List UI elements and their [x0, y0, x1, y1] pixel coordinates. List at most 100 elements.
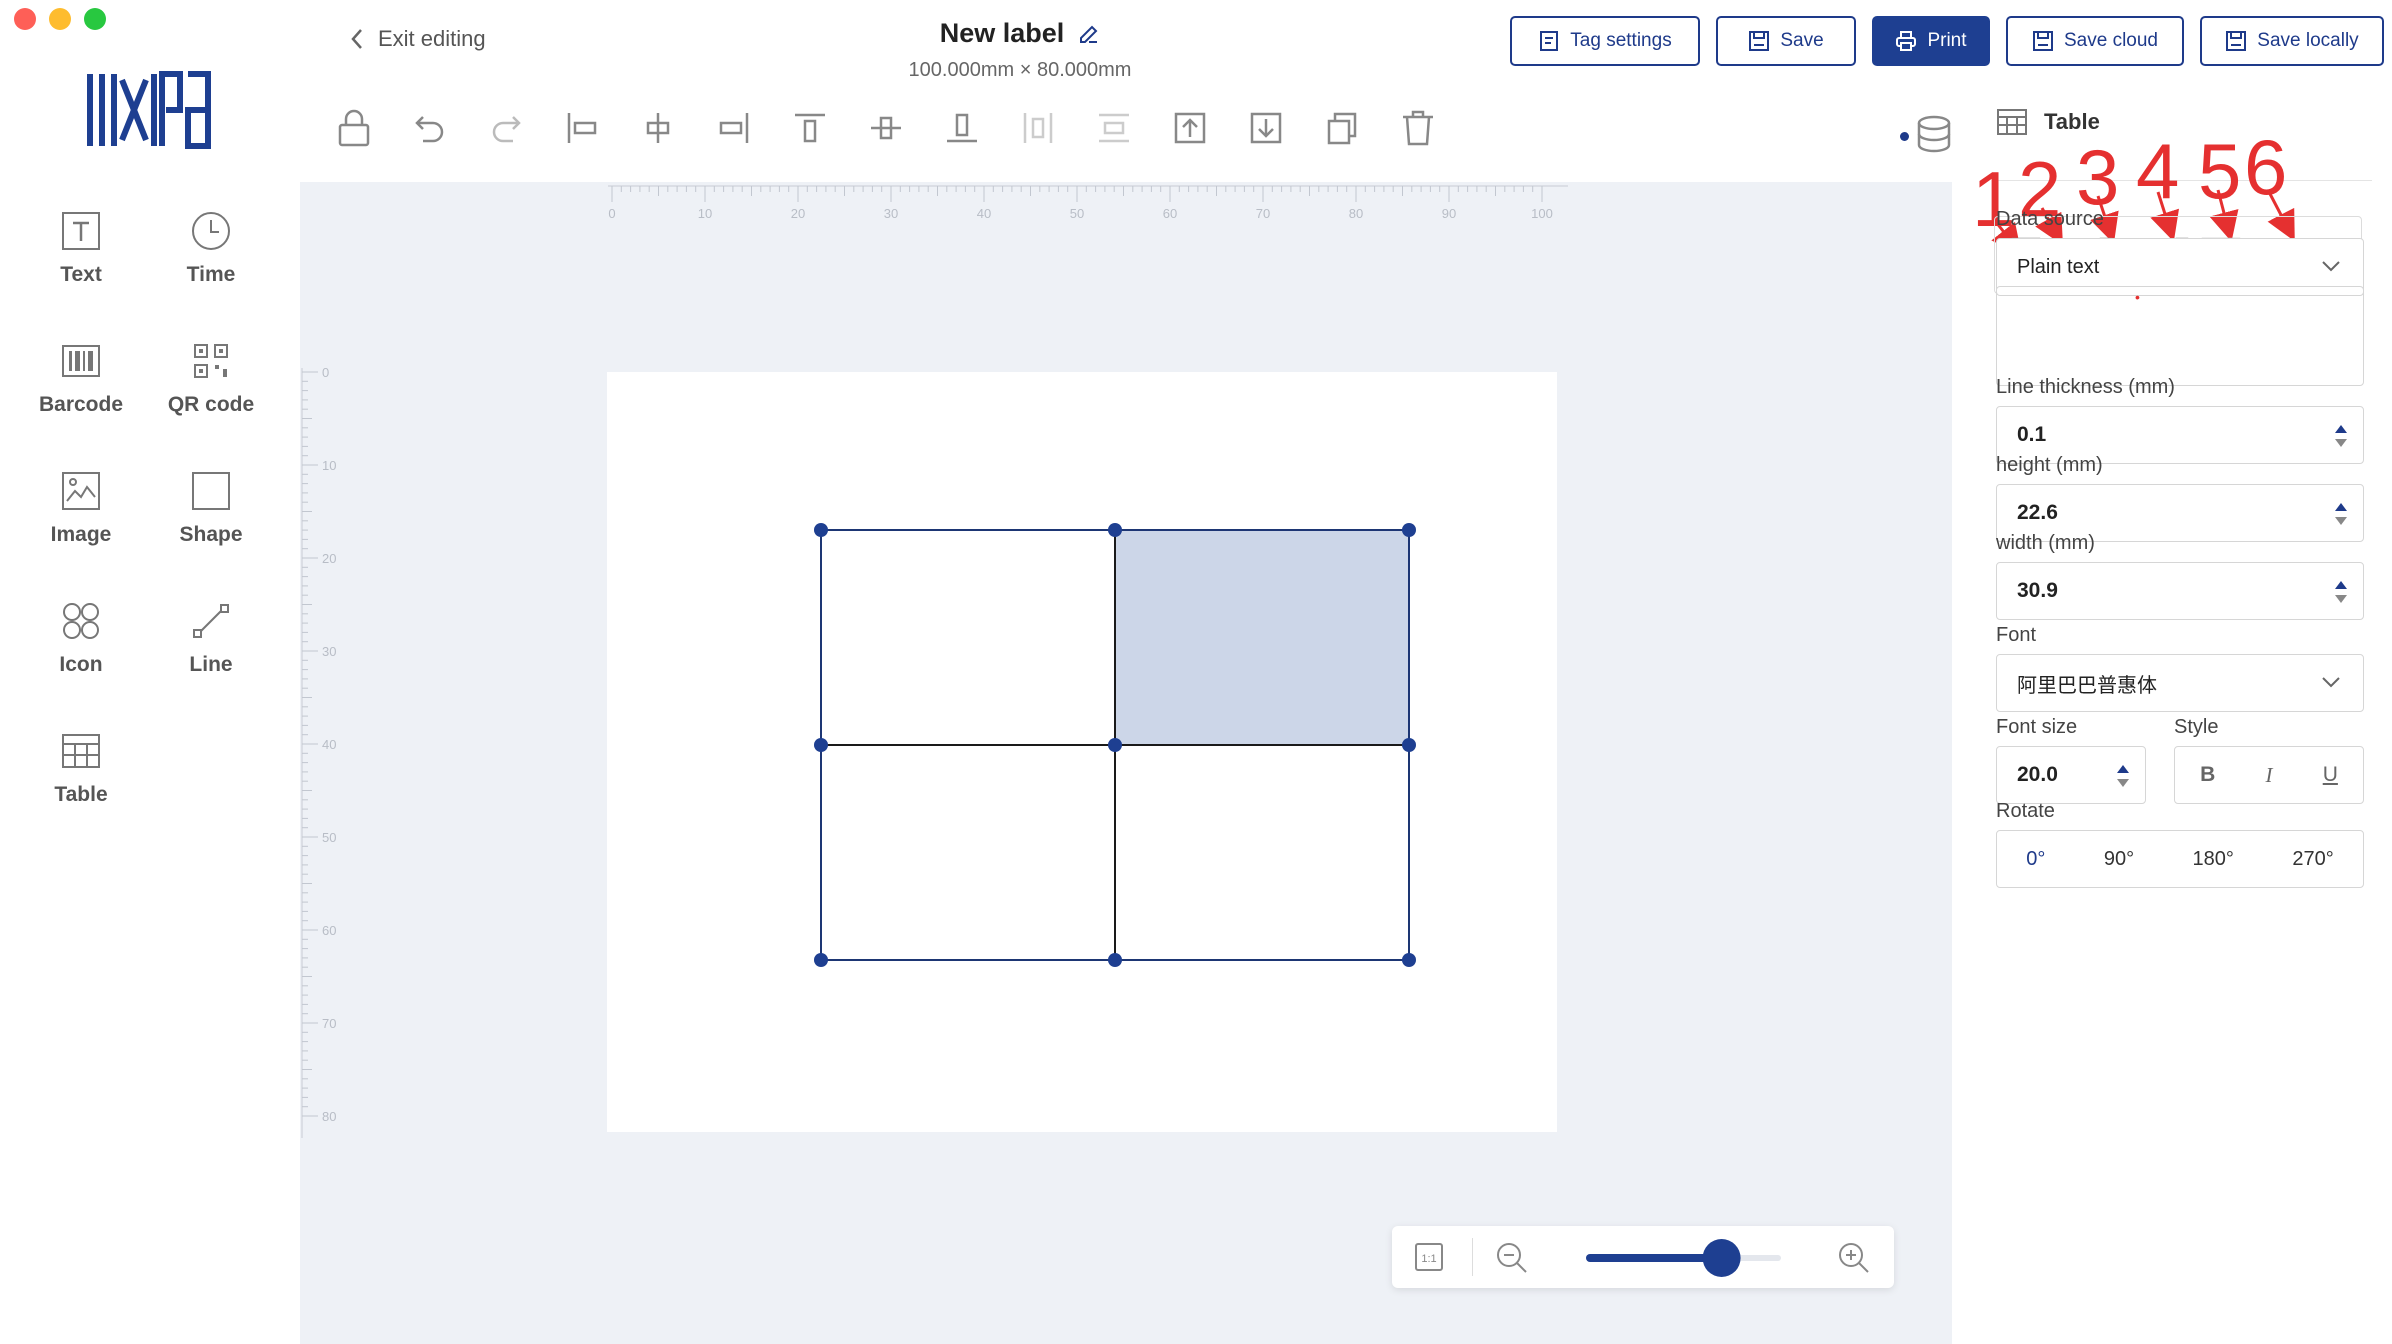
status-dot	[1900, 132, 1909, 141]
close-window-button[interactable]	[14, 8, 36, 30]
resize-handle[interactable]	[814, 953, 828, 967]
spinner-icon[interactable]	[2333, 501, 2349, 527]
delete-icon	[1403, 110, 1433, 146]
lock-button[interactable]	[330, 104, 378, 152]
palette-table[interactable]: Table	[26, 725, 136, 845]
font-size-input[interactable]: 20.0	[1996, 746, 2146, 804]
save-cloud-button[interactable]: Save cloud	[2006, 16, 2184, 66]
width-value: 30.9	[2017, 579, 2058, 602]
align-center-h-button[interactable]	[634, 104, 682, 152]
database-icon[interactable]	[1914, 114, 1954, 154]
edit-icon[interactable]	[1078, 23, 1100, 45]
table-icon	[62, 734, 100, 768]
align-top-button[interactable]	[786, 104, 834, 152]
align-right-button[interactable]	[710, 104, 758, 152]
resize-handle[interactable]	[1402, 953, 1416, 967]
zoom-window-button[interactable]	[84, 8, 106, 30]
ruler-tick-label: 30	[884, 206, 898, 221]
data-source-value: Plain text	[2017, 255, 2100, 278]
palette-line-label: Line	[189, 653, 233, 676]
zoom-bar: 1:1	[1392, 1226, 1894, 1288]
zoom-in-icon[interactable]	[1838, 1242, 1870, 1274]
resize-handle[interactable]	[814, 523, 828, 537]
font-select[interactable]: 阿里巴巴普惠体	[1996, 654, 2364, 712]
ruler-tick-label: 100	[1531, 206, 1553, 221]
palette-time[interactable]: Time	[156, 205, 266, 325]
font-size-label: Font size	[1996, 716, 2078, 738]
print-label: Print	[1927, 30, 1967, 51]
undo-button[interactable]	[406, 104, 454, 152]
save-locally-button[interactable]: Save locally	[2200, 16, 2384, 66]
zoom-out-icon[interactable]	[1496, 1242, 1528, 1274]
italic-toggle[interactable]: I	[2266, 763, 2273, 788]
properties-panel: Table 1 2 3 4 5 6 Data source Plain text…	[1952, 98, 2392, 1344]
save-button[interactable]: Save	[1716, 16, 1856, 66]
spinner-icon[interactable]	[2333, 423, 2349, 449]
exit-editing-label: Exit editing	[378, 26, 486, 51]
chevron-left-icon	[351, 29, 362, 49]
document-icon	[1540, 31, 1559, 51]
table-element[interactable]	[607, 372, 1557, 1132]
label-page[interactable]	[607, 372, 1557, 1132]
distribute-v-button[interactable]	[1090, 104, 1138, 152]
spinner-icon[interactable]	[2115, 763, 2131, 789]
horizontal-ruler: 0 10 20 30 40 50 60 70 80 90 100	[608, 185, 1568, 221]
palette-qr-code[interactable]: QR code	[156, 335, 266, 455]
palette-text[interactable]: Text	[26, 205, 136, 325]
zoom-slider[interactable]	[1578, 1238, 1788, 1278]
bold-toggle[interactable]: B	[2200, 763, 2215, 787]
rotate-90-option[interactable]: 90°	[2094, 848, 2144, 871]
palette-shape[interactable]: Shape	[156, 465, 266, 585]
redo-button[interactable]	[482, 104, 530, 152]
width-input[interactable]: 30.9	[1996, 562, 2364, 620]
save-label: Save	[1780, 30, 1824, 51]
palette-barcode[interactable]: Barcode	[26, 335, 136, 455]
resize-handle[interactable]	[814, 738, 828, 752]
duplicate-button[interactable]	[1318, 104, 1366, 152]
tag-settings-button[interactable]: Tag settings	[1510, 16, 1700, 66]
palette-line[interactable]: Line	[156, 595, 266, 715]
bring-front-button[interactable]	[1166, 104, 1214, 152]
align-left-icon	[567, 113, 597, 143]
delete-button[interactable]	[1394, 104, 1442, 152]
bring-front-icon	[1174, 112, 1206, 144]
resize-handle[interactable]	[1402, 523, 1416, 537]
font-value: 阿里巴巴普惠体	[2017, 674, 2157, 697]
palette-qr-code-label: QR code	[167, 393, 255, 416]
distribute-h-button[interactable]	[1014, 104, 1062, 152]
spinner-icon[interactable]	[2333, 579, 2349, 605]
resize-handle[interactable]	[1108, 738, 1122, 752]
image-icon	[62, 472, 100, 510]
ruler-tick-label: 0	[608, 206, 615, 221]
rotate-180-option[interactable]: 180°	[2183, 848, 2244, 871]
text-content-input[interactable]: •	[1996, 286, 2364, 386]
print-button[interactable]: Print	[1872, 16, 1990, 66]
ruler-tick-label: 70	[322, 1016, 336, 1031]
palette-image[interactable]: Image	[26, 465, 136, 585]
shape-icon	[192, 472, 230, 510]
ruler-tick-label: 30	[322, 644, 336, 659]
distribute-v-icon	[1099, 113, 1129, 143]
underline-toggle[interactable]: U	[2323, 763, 2338, 787]
style-toggle-group: B I U	[2174, 746, 2364, 804]
height-value: 22.6	[2017, 501, 2058, 524]
zoom-knob[interactable]	[1702, 1239, 1741, 1277]
lock-icon	[338, 109, 370, 147]
align-left-button[interactable]	[558, 104, 606, 152]
selected-cell[interactable]	[1115, 530, 1409, 745]
fit-to-screen-icon[interactable]: 1:1	[1414, 1242, 1444, 1272]
exit-editing-link[interactable]: Exit editing	[350, 26, 486, 52]
resize-handle[interactable]	[1402, 738, 1416, 752]
rotate-0-option[interactable]: 0°	[2016, 848, 2055, 871]
palette-icon[interactable]: Icon	[26, 595, 136, 715]
resize-handle[interactable]	[1108, 953, 1122, 967]
resize-handle[interactable]	[1108, 523, 1122, 537]
ruler-tick-label: 10	[698, 206, 712, 221]
align-bottom-button[interactable]	[938, 104, 986, 152]
ruler-tick-label: 60	[1163, 206, 1177, 221]
send-back-button[interactable]	[1242, 104, 1290, 152]
rotate-270-option[interactable]: 270°	[2282, 848, 2343, 871]
minimize-window-button[interactable]	[49, 8, 71, 30]
align-middle-v-button[interactable]	[862, 104, 910, 152]
svg-text:1:1: 1:1	[1421, 1253, 1436, 1265]
